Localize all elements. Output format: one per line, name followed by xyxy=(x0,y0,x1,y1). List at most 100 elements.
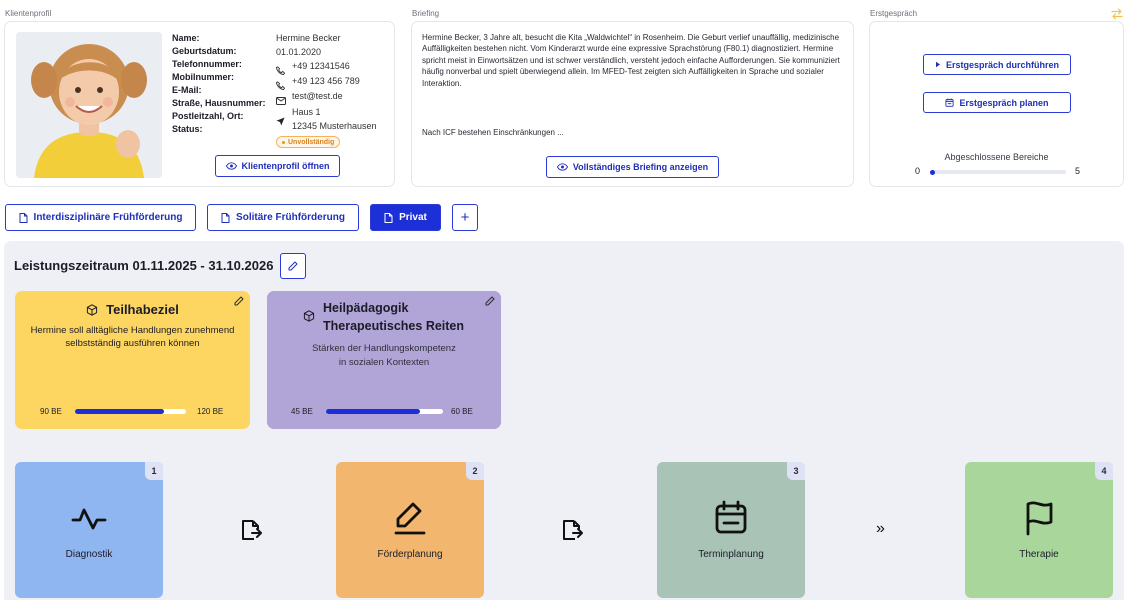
cube-icon xyxy=(303,310,315,322)
swap-icon[interactable] xyxy=(1110,7,1124,20)
completed-areas-max: 5 xyxy=(1075,166,1081,176)
goal-progress-fill xyxy=(326,409,420,414)
step-number-badge: 1 xyxy=(145,462,163,480)
client-profile-card: Name: Geburtsdatum: Telefonnummer: Mobil… xyxy=(4,21,395,187)
show-full-briefing-button[interactable]: Vollständiges Briefing anzeigen xyxy=(546,156,719,178)
label-street: Straße, Hausnummer: xyxy=(172,98,266,108)
flag-icon xyxy=(1026,501,1053,536)
profile-labels: Name: Geburtsdatum: Telefonnummer: Mobil… xyxy=(172,32,272,136)
label-status: Status: xyxy=(172,124,203,134)
client-profile-section-label: Klientenprofil xyxy=(5,9,52,18)
label-email: E-Mail: xyxy=(172,85,202,95)
goal-title-line1: Heilpädagogik xyxy=(323,301,409,315)
goal-title: Teilhabeziel xyxy=(106,302,179,317)
status-dot-icon xyxy=(282,140,285,144)
goal-card-participation[interactable]: Teilhabeziel Hermine soll alltägliche Ha… xyxy=(15,291,250,429)
step-label: Terminplanung xyxy=(698,549,764,560)
document-icon xyxy=(384,212,393,223)
client-birthdate: 01.01.2020 xyxy=(276,47,322,57)
completed-areas-progress xyxy=(930,169,1066,175)
eye-icon xyxy=(225,162,237,170)
client-photo xyxy=(16,32,162,178)
double-chevron-icon: » xyxy=(876,520,885,537)
status-badge-label: Unvollständig xyxy=(288,138,335,146)
step-number-badge: 2 xyxy=(466,462,484,480)
tab-interdisciplinary[interactable]: Interdisziplinäre Frühförderung xyxy=(5,204,196,231)
document-arrow-icon xyxy=(239,518,265,542)
step-number-badge: 3 xyxy=(787,462,805,480)
service-period-panel: Leistungszeitraum 01.11.2025 - 31.10.202… xyxy=(4,241,1124,600)
goal-progress-track xyxy=(75,409,186,414)
conduct-first-meeting-button[interactable]: Erstgespräch durchführen xyxy=(923,54,1071,75)
goal-max-label: 60 BE xyxy=(451,407,473,416)
edit-pencil-icon xyxy=(394,502,426,535)
mobile-icon xyxy=(275,77,286,91)
plan-first-meeting-button[interactable]: Erstgespräch planen xyxy=(923,92,1071,113)
tab-private-label: Privat xyxy=(399,212,427,223)
document-icon xyxy=(221,212,230,223)
goal-title-row: Teilhabeziel xyxy=(15,302,250,317)
step-label: Diagnostik xyxy=(65,549,113,560)
location-icon xyxy=(276,113,285,126)
client-city: 12345 Musterhausen xyxy=(292,121,377,131)
edit-period-button[interactable] xyxy=(280,253,306,279)
client-name: Hermine Becker xyxy=(276,33,341,43)
goal-description-line2: in sozialen Kontexten xyxy=(338,357,430,368)
step-label: Förderplanung xyxy=(377,549,443,560)
step-scheduling[interactable]: 3 Terminplanung xyxy=(657,462,805,598)
mail-icon xyxy=(276,92,286,105)
tab-solitary[interactable]: Solitäre Frühförderung xyxy=(207,204,359,231)
client-street: Haus 1 xyxy=(292,107,321,117)
goal-description-line1: Stärken der Handlungskompetenz xyxy=(312,343,456,354)
pencil-icon xyxy=(288,261,298,271)
plan-first-meeting-label: Erstgespräch planen xyxy=(959,97,1049,108)
completed-areas-min: 0 xyxy=(915,166,921,176)
goal-progress-fill xyxy=(75,409,164,414)
label-name: Name: xyxy=(172,33,200,43)
step-number-badge: 4 xyxy=(1095,462,1113,480)
step-support-planning[interactable]: 2 Förderplanung xyxy=(336,462,484,598)
status-badge: Unvollständig xyxy=(276,136,341,148)
label-city: Postleitzahl, Ort: xyxy=(172,111,244,121)
label-phone: Telefonnummer: xyxy=(172,59,242,69)
add-tab-button[interactable]: + xyxy=(452,204,478,231)
client-phone[interactable]: +49 12341546 xyxy=(292,60,350,73)
phone-icon xyxy=(275,62,286,76)
goal-description: Hermine soll alltägliche Handlungen zune… xyxy=(30,325,235,349)
document-arrow-icon xyxy=(560,518,586,542)
completed-areas-progress-fill xyxy=(930,169,935,175)
activity-icon xyxy=(71,508,107,530)
goal-min-label: 45 BE xyxy=(291,407,313,416)
plus-icon: + xyxy=(460,209,470,226)
client-mobile[interactable]: +49 123 456 789 xyxy=(292,75,360,88)
show-full-briefing-label: Vollständiges Briefing anzeigen xyxy=(572,162,709,172)
briefing-section-label: Briefing xyxy=(412,9,440,18)
briefing-card: Hermine Becker, 3 Jahre alt, besucht die… xyxy=(411,21,854,187)
open-client-profile-label: Klientenprofil öffnen xyxy=(241,161,330,171)
eye-icon xyxy=(556,163,568,171)
label-mobile: Mobilnummer: xyxy=(172,72,234,82)
edit-pencil-icon[interactable] xyxy=(485,296,495,306)
service-period-title: Leistungszeitraum 01.11.2025 - 31.10.202… xyxy=(14,258,274,273)
client-email[interactable]: test@test.de xyxy=(292,90,343,103)
goal-title-line2: Therapeutisches Reiten xyxy=(323,319,465,333)
step-label: Therapie xyxy=(1019,549,1059,560)
tab-private[interactable]: Privat xyxy=(370,204,441,231)
open-client-profile-button[interactable]: Klientenprofil öffnen xyxy=(215,155,340,177)
goal-progress-track xyxy=(326,409,443,414)
document-icon xyxy=(19,212,28,223)
step-diagnostics[interactable]: 1 Diagnostik xyxy=(15,462,163,598)
calendar-icon xyxy=(715,500,747,534)
briefing-text: Hermine Becker, 3 Jahre alt, besucht die… xyxy=(422,33,840,88)
first-meeting-card: Erstgespräch durchführen Erstgespräch pl… xyxy=(869,21,1124,187)
briefing-text-icf: Nach ICF bestehen Einschränkungen ... xyxy=(422,128,564,137)
step-therapy[interactable]: 4 Therapie xyxy=(965,462,1113,598)
first-meeting-section-label: Erstgespräch xyxy=(870,9,918,18)
tab-solitary-label: Solitäre Frühförderung xyxy=(236,212,345,223)
play-icon xyxy=(935,61,940,68)
goal-min-label: 90 BE xyxy=(40,407,62,416)
calendar-icon xyxy=(945,98,955,107)
goal-card-therapeutic-riding[interactable]: Heilpädagogik Therapeutisches Reiten Stä… xyxy=(267,291,501,429)
completed-areas-label: Abgeschlossene Bereiche xyxy=(944,152,1049,162)
cube-icon xyxy=(87,303,98,316)
